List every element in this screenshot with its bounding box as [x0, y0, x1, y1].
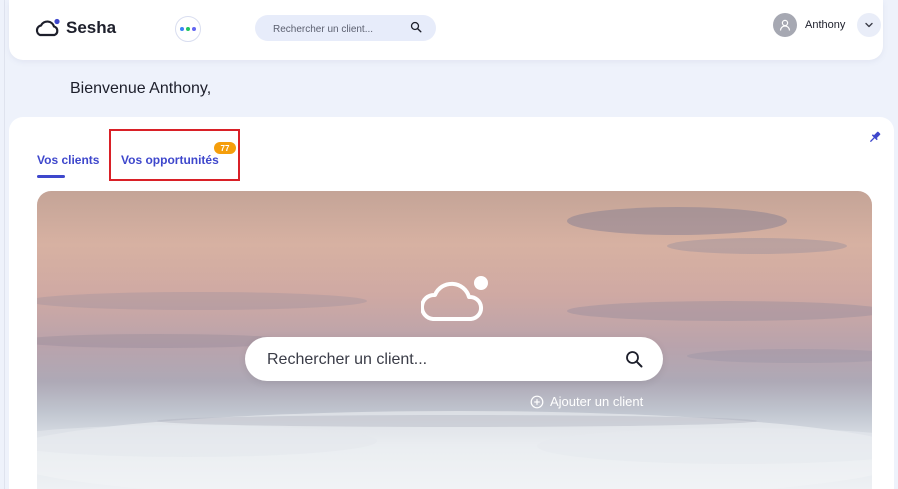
user-menu-toggle[interactable] — [857, 13, 882, 37]
search-icon[interactable] — [625, 350, 643, 368]
cloud-logo-icon — [35, 18, 60, 37]
add-client-link[interactable]: Ajouter un client — [530, 394, 643, 409]
highlight-box — [109, 129, 240, 181]
header-search-bar[interactable] — [255, 15, 436, 43]
user-name: Anthony — [805, 19, 846, 31]
apps-dots-icon — [180, 27, 184, 31]
chevron-down-icon — [865, 22, 874, 28]
main-card: Vos clients Vos opportunités 77 Recherch… — [9, 117, 894, 489]
search-icon[interactable] — [410, 21, 422, 33]
active-tab-indicator — [37, 175, 65, 178]
apps-dot — [186, 27, 190, 31]
brand-name: Sesha — [66, 18, 117, 37]
top-header: Sesha Anthony — [9, 0, 883, 60]
main-search-bar[interactable] — [245, 337, 663, 383]
left-divider — [4, 0, 5, 489]
hero-banner: Ajouter un client — [37, 191, 872, 489]
add-client-label: Ajouter un client — [550, 394, 644, 409]
main-search-input[interactable] — [265, 337, 609, 383]
brand-logo[interactable]: Sesha — [35, 18, 116, 38]
user-avatar-icon[interactable] — [773, 13, 797, 37]
pin-icon[interactable] — [868, 130, 882, 144]
tab-vos-clients[interactable]: Vos clients — [37, 153, 99, 167]
plus-circle-icon — [530, 395, 544, 408]
apps-menu-button[interactable] — [175, 16, 201, 42]
apps-dot — [192, 27, 196, 31]
header-search-input[interactable] — [271, 15, 405, 43]
user-menu[interactable]: Anthony — [773, 13, 882, 37]
welcome-heading: Bienvenue Anthony, — [70, 80, 212, 97]
cloud-icon — [421, 276, 488, 321]
